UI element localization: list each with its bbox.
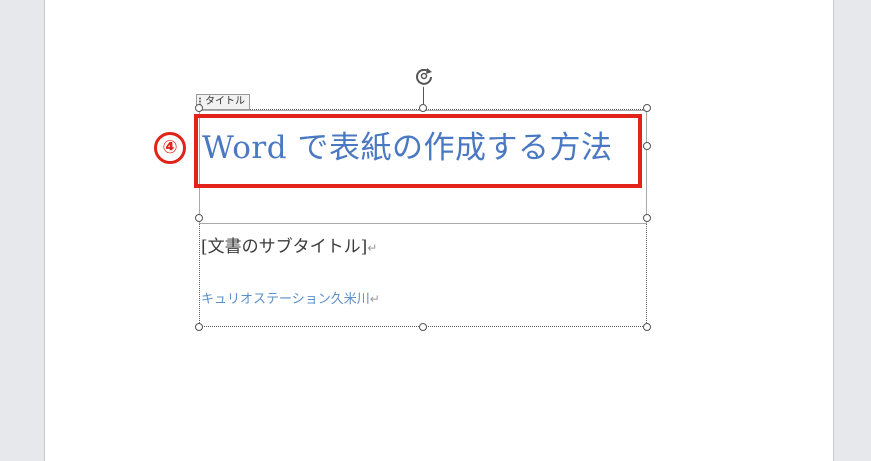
resize-handle-icon[interactable] xyxy=(195,214,203,222)
rotate-handle-icon[interactable] xyxy=(412,64,436,88)
title-highlight-box xyxy=(194,114,642,188)
document-workspace: タイトル Word で表紙の作成する方法 ④ [文書のサブタイトル]↵ キュリオ… xyxy=(0,0,871,461)
resize-handle-icon[interactable] xyxy=(419,323,427,331)
resize-handle-icon[interactable] xyxy=(643,104,651,112)
paragraph-mark-icon: ↵ xyxy=(369,292,380,306)
rotate-handle-stem xyxy=(423,86,424,104)
content-control-tag[interactable]: タイトル xyxy=(196,94,250,110)
resize-handle-icon[interactable] xyxy=(643,323,651,331)
document-subtitle[interactable]: [文書のサブタイトル]↵ xyxy=(201,235,377,260)
resize-handle-icon[interactable] xyxy=(419,104,427,112)
document-author[interactable]: キュリオステーション久米川↵ xyxy=(201,290,380,309)
paragraph-mark-icon: ↵ xyxy=(367,241,378,255)
resize-handle-icon[interactable] xyxy=(643,214,651,222)
content-control-tag-label: タイトル xyxy=(205,96,245,107)
resize-handle-icon[interactable] xyxy=(195,323,203,331)
resize-handle-icon[interactable] xyxy=(643,142,651,150)
document-subtitle-text[interactable]: [文書のサブタイトル] xyxy=(201,237,367,257)
resize-handle-icon[interactable] xyxy=(195,104,203,112)
step-number-badge: ④ xyxy=(154,132,186,164)
document-author-text[interactable]: キュリオステーション久米川 xyxy=(201,292,370,307)
